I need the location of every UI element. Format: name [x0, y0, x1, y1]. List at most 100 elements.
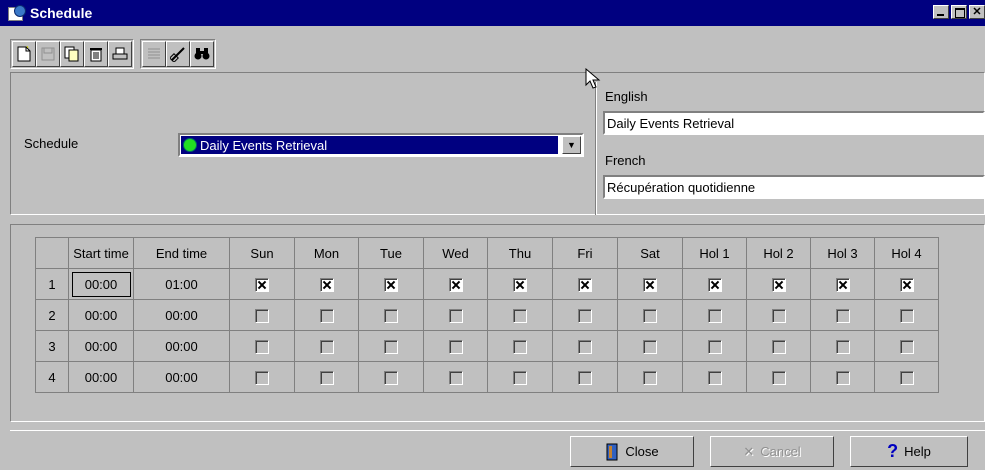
day-checkbox[interactable] — [771, 308, 786, 323]
chevron-down-icon[interactable]: ▼ — [562, 136, 581, 154]
new-document-icon[interactable] — [12, 41, 36, 67]
day-checkbox[interactable] — [643, 277, 657, 292]
day-checkbox[interactable] — [835, 370, 850, 385]
day-cell — [552, 299, 618, 331]
day-checkbox[interactable] — [771, 277, 786, 292]
day-checkbox[interactable] — [319, 339, 334, 354]
delete-icon[interactable] — [84, 41, 108, 67]
close-button[interactable]: Close — [570, 436, 694, 467]
day-cell — [294, 268, 359, 300]
print-icon[interactable] — [108, 41, 132, 67]
day-checkbox[interactable] — [319, 370, 334, 385]
table-row: 1 00:00 01:00 — [35, 268, 939, 300]
day-cell — [487, 299, 553, 331]
close-window-button[interactable]: ✕ — [969, 5, 985, 19]
english-name-field[interactable]: Daily Events Retrieval — [603, 111, 985, 135]
day-checkbox[interactable] — [578, 370, 592, 385]
start-time-cell[interactable]: 00:00 — [68, 268, 134, 300]
day-cell — [617, 299, 683, 331]
day-checkbox[interactable] — [448, 370, 463, 385]
day-checkbox[interactable] — [899, 277, 914, 292]
day-checkbox[interactable] — [771, 339, 786, 354]
row-number: 3 — [35, 330, 69, 362]
link-icon[interactable] — [166, 41, 190, 67]
day-checkbox[interactable] — [255, 277, 269, 292]
day-cell — [294, 299, 359, 331]
list-icon[interactable] — [142, 41, 166, 67]
day-cell — [229, 268, 295, 300]
day-checkbox[interactable] — [578, 277, 592, 292]
mouse-cursor-icon — [585, 68, 601, 89]
day-checkbox[interactable] — [643, 308, 657, 323]
row-number: 4 — [35, 361, 69, 393]
column-header: Start time — [68, 237, 134, 269]
start-time-cell[interactable]: 00:00 — [68, 299, 134, 331]
start-time-cell[interactable]: 00:00 — [68, 330, 134, 362]
day-checkbox[interactable] — [771, 370, 786, 385]
day-cell — [423, 330, 488, 362]
save-icon[interactable] — [36, 41, 60, 67]
day-checkbox[interactable] — [513, 339, 527, 354]
day-checkbox[interactable] — [513, 308, 527, 323]
day-cell — [423, 268, 488, 300]
column-header: Sun — [229, 237, 295, 269]
day-checkbox[interactable] — [384, 308, 398, 323]
day-checkbox[interactable] — [643, 339, 657, 354]
day-cell — [874, 268, 939, 300]
day-checkbox[interactable] — [513, 370, 527, 385]
french-name-field[interactable]: Récupération quotidienne — [603, 175, 985, 199]
binoculars-icon[interactable] — [190, 41, 214, 67]
day-cell — [358, 361, 424, 393]
day-checkbox[interactable] — [707, 370, 722, 385]
day-checkbox[interactable] — [899, 370, 914, 385]
cancel-button[interactable]: ✕ Cancel — [710, 436, 834, 467]
help-button[interactable]: ? Help — [850, 436, 968, 467]
day-checkbox[interactable] — [384, 277, 398, 292]
minimize-button[interactable] — [933, 5, 949, 19]
day-checkbox[interactable] — [319, 308, 334, 323]
day-checkbox[interactable] — [448, 308, 463, 323]
end-time-cell[interactable]: 01:00 — [133, 268, 230, 300]
day-checkbox[interactable] — [835, 308, 850, 323]
day-checkbox[interactable] — [448, 339, 463, 354]
day-checkbox[interactable] — [707, 339, 722, 354]
day-checkbox[interactable] — [578, 308, 592, 323]
day-checkbox[interactable] — [835, 339, 850, 354]
day-checkbox[interactable] — [899, 339, 914, 354]
column-header: Wed — [423, 237, 488, 269]
day-checkbox[interactable] — [835, 277, 850, 292]
day-checkbox[interactable] — [707, 308, 722, 323]
day-checkbox[interactable] — [384, 339, 398, 354]
day-checkbox[interactable] — [707, 277, 722, 292]
day-checkbox[interactable] — [578, 339, 592, 354]
title-bar[interactable]: Schedule ✕ — [0, 0, 985, 26]
day-checkbox[interactable] — [255, 339, 269, 354]
end-time-cell[interactable]: 00:00 — [133, 330, 230, 362]
day-checkbox[interactable] — [643, 370, 657, 385]
day-checkbox[interactable] — [384, 370, 398, 385]
column-header: Hol 1 — [682, 237, 747, 269]
start-time-cell[interactable]: 00:00 — [68, 361, 134, 393]
copy-icon[interactable] — [60, 41, 84, 67]
day-checkbox[interactable] — [255, 308, 269, 323]
end-time-cell[interactable]: 00:00 — [133, 299, 230, 331]
day-checkbox[interactable] — [448, 277, 463, 292]
door-exit-icon — [606, 443, 618, 460]
day-cell — [294, 361, 359, 393]
day-cell — [810, 268, 875, 300]
day-checkbox[interactable] — [319, 277, 334, 292]
day-cell — [552, 361, 618, 393]
day-cell — [617, 268, 683, 300]
day-checkbox[interactable] — [255, 370, 269, 385]
day-checkbox[interactable] — [513, 277, 527, 292]
day-checkbox[interactable] — [899, 308, 914, 323]
day-cell — [874, 299, 939, 331]
schedule-selected-value: Daily Events Retrieval — [200, 137, 328, 153]
day-cell — [552, 330, 618, 362]
schedule-combobox[interactable]: Daily Events Retrieval ▼ — [178, 133, 584, 157]
day-cell — [487, 330, 553, 362]
maximize-button[interactable] — [951, 5, 967, 19]
end-time-cell[interactable]: 00:00 — [133, 361, 230, 393]
row-number: 1 — [35, 268, 69, 300]
day-cell — [682, 268, 747, 300]
